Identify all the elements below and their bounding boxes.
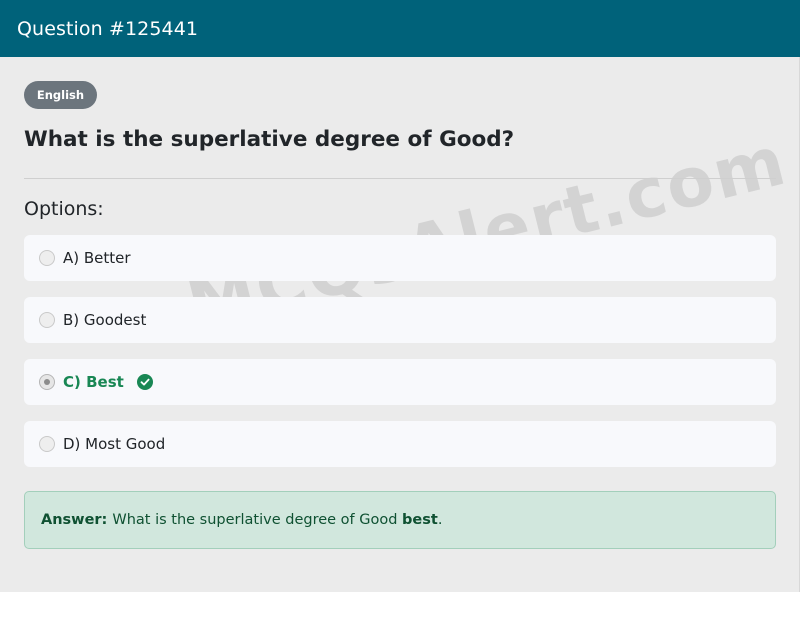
option-label: A) Better: [63, 249, 131, 267]
option-d[interactable]: D) Most Good: [24, 421, 776, 467]
language-badge: English: [24, 81, 97, 109]
card-header: Question #125441: [0, 0, 800, 57]
radio-button[interactable]: [39, 312, 55, 328]
answer-suffix: .: [437, 512, 443, 528]
option-label: B) Goodest: [63, 311, 147, 329]
answer-label: Answer:: [41, 512, 108, 528]
options-label: Options:: [24, 198, 104, 220]
option-a[interactable]: A) Better: [24, 235, 776, 281]
radio-button[interactable]: [39, 250, 55, 266]
radio-button-selected[interactable]: [39, 374, 55, 390]
question-text: What is the superlative degree of Good?: [24, 127, 515, 152]
answer-text: What is the superlative degree of Good: [112, 512, 398, 528]
check-circle-icon: [136, 374, 153, 390]
option-label: D) Most Good: [63, 435, 166, 453]
option-label: C) Best: [63, 373, 124, 391]
divider: [24, 178, 776, 179]
option-c[interactable]: C) Best: [24, 359, 776, 405]
answer-key: best: [402, 512, 438, 528]
answer-alert: Answer: What is the superlative degree o…: [24, 491, 776, 549]
option-b[interactable]: B) Goodest: [24, 297, 776, 343]
question-title: Question #125441: [17, 17, 199, 40]
radio-button[interactable]: [39, 436, 55, 452]
